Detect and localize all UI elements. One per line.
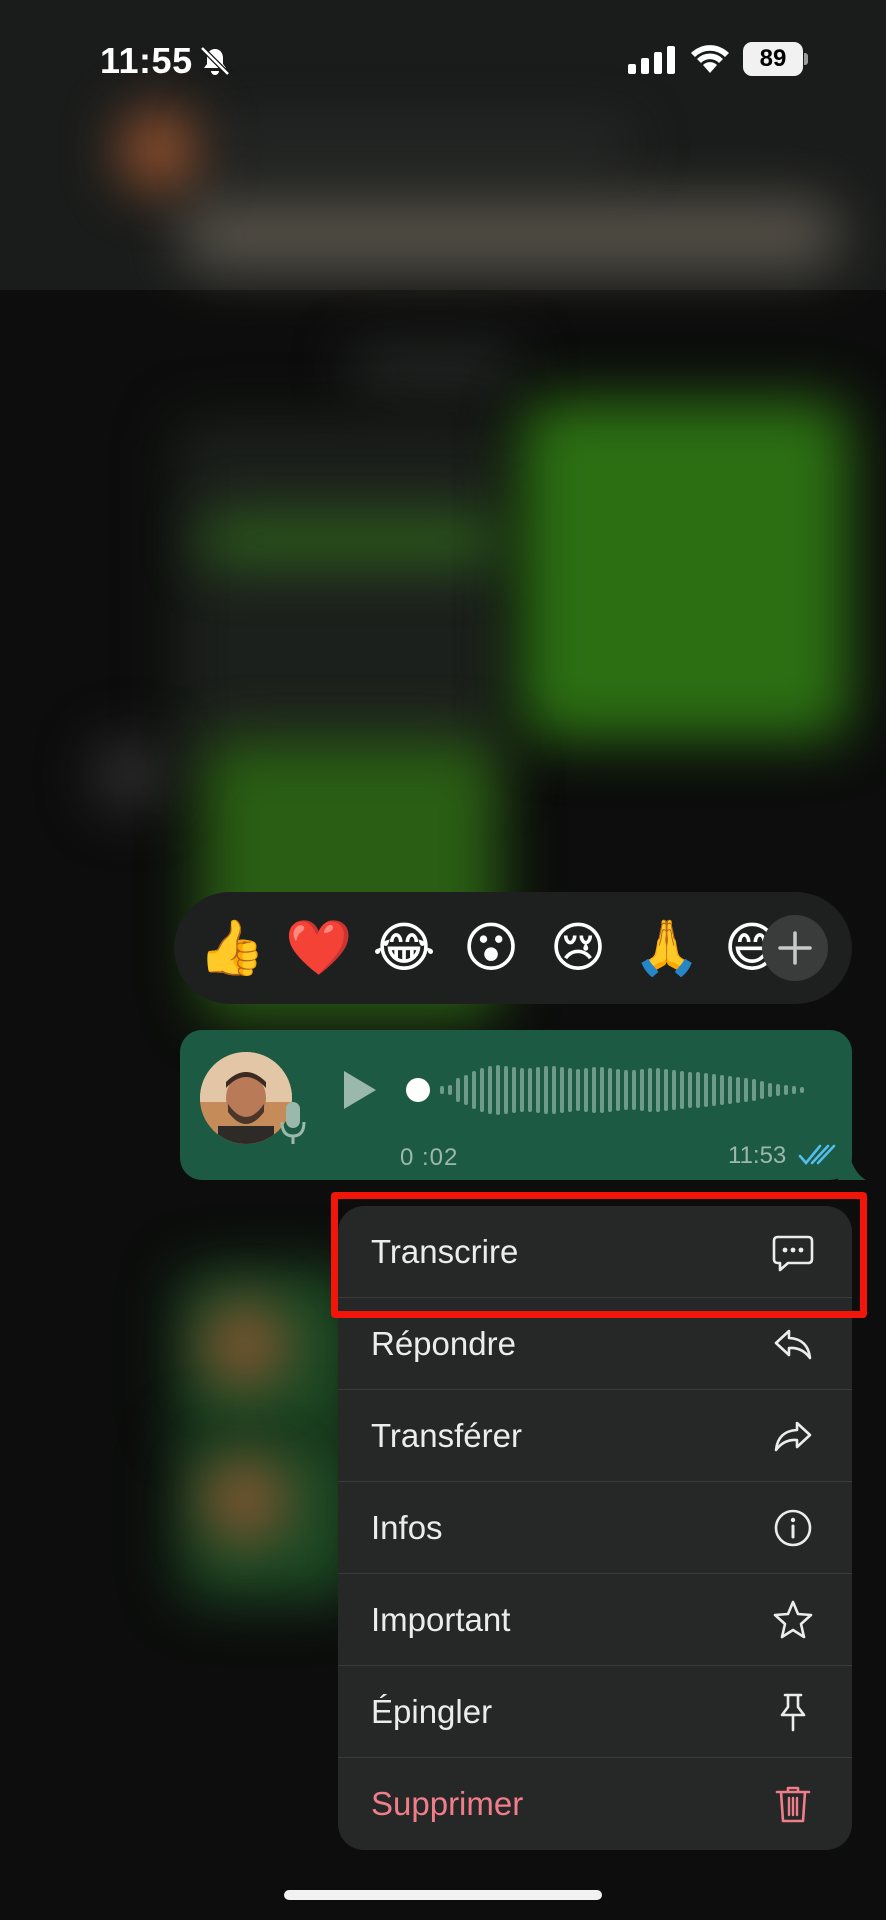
waveform-bar xyxy=(784,1085,788,1095)
waveform-bar xyxy=(728,1076,732,1104)
waveform-bar xyxy=(696,1072,700,1108)
menu-item-label: Important xyxy=(371,1601,511,1638)
waveform-bar xyxy=(512,1067,516,1113)
waveform-bar xyxy=(800,1087,804,1093)
reaction-surprised[interactable]: 😮 xyxy=(459,916,523,980)
waveform-bar xyxy=(456,1078,460,1102)
waveform-bar xyxy=(568,1068,572,1112)
home-indicator[interactable] xyxy=(284,1890,602,1900)
waveform-bar xyxy=(584,1068,588,1112)
waveform-bar xyxy=(672,1070,676,1110)
waveform-bar xyxy=(440,1086,444,1094)
waveform-bar xyxy=(464,1075,468,1105)
waveform-bar xyxy=(592,1067,596,1113)
waveform-bar xyxy=(608,1068,612,1112)
reaction-praying-hands[interactable]: 🙏 xyxy=(633,916,700,980)
waveform-bar xyxy=(768,1083,772,1097)
reaction-heart[interactable]: ❤️ xyxy=(285,916,352,980)
pin-icon xyxy=(780,1693,806,1732)
info-icon xyxy=(774,1509,812,1547)
waveform-bar xyxy=(448,1085,452,1095)
waveform-bar xyxy=(632,1070,636,1110)
menu-item-label: Épingler xyxy=(371,1693,493,1730)
menu-item-star[interactable]: Important xyxy=(338,1574,852,1666)
waveform-bar xyxy=(536,1067,540,1113)
waveform-bar xyxy=(704,1073,708,1107)
play-icon[interactable] xyxy=(340,1068,380,1112)
reaction-laughing[interactable]: 😂 xyxy=(372,916,436,980)
battery-level: 89 xyxy=(743,42,803,76)
star-icon xyxy=(773,1600,813,1639)
menu-item-info[interactable]: Infos xyxy=(338,1482,852,1574)
wifi-icon xyxy=(691,45,729,73)
waveform-bar xyxy=(760,1081,764,1099)
menu-item-forward[interactable]: Transférer xyxy=(338,1390,852,1482)
menu-item-label: Supprimer xyxy=(371,1785,524,1822)
waveform-bar xyxy=(720,1075,724,1105)
waveform-bar xyxy=(736,1077,740,1103)
battery-icon: 89 xyxy=(743,42,809,76)
waveform-bar xyxy=(504,1066,508,1114)
cellular-signal-icon xyxy=(628,46,675,74)
message-time: 11:53 xyxy=(728,1142,787,1169)
bubble-tail xyxy=(838,1148,866,1180)
waveform-bar xyxy=(640,1069,644,1111)
waveform-bar xyxy=(496,1065,500,1115)
waveform-bar xyxy=(624,1070,628,1110)
waveform-bar xyxy=(544,1066,548,1114)
menu-item-label: Répondre xyxy=(371,1325,516,1362)
waveform-bar xyxy=(744,1078,748,1102)
plus-icon xyxy=(778,931,812,965)
add-reaction-button[interactable] xyxy=(762,915,828,981)
reply-icon xyxy=(774,1329,812,1360)
forward-icon xyxy=(774,1421,812,1452)
reaction-thumbs-up[interactable]: 👍 xyxy=(198,916,265,980)
menu-item-label: Infos xyxy=(371,1509,443,1546)
menu-item-pin[interactable]: Épingler xyxy=(338,1666,852,1758)
waveform-bar xyxy=(680,1071,684,1109)
menu-item-label: Transférer xyxy=(371,1417,522,1454)
highlight-annotation xyxy=(331,1192,867,1318)
waveform-bar xyxy=(600,1067,604,1113)
waveform-bar xyxy=(576,1069,580,1111)
voice-duration: 0 :02 xyxy=(400,1144,459,1171)
reaction-crying[interactable]: 😢 xyxy=(546,916,610,980)
bell-slash-icon xyxy=(200,46,230,76)
waveform-bar xyxy=(648,1068,652,1112)
waveform-bar xyxy=(688,1072,692,1108)
status-time: 11:55 xyxy=(100,40,193,81)
waveform-bar xyxy=(616,1069,620,1111)
playhead[interactable] xyxy=(406,1078,430,1102)
waveform-bar xyxy=(520,1068,524,1112)
waveform-bar xyxy=(776,1084,780,1096)
waveform-bar xyxy=(656,1068,660,1112)
waveform-bar xyxy=(480,1068,484,1112)
waveform-bar xyxy=(712,1074,716,1106)
status-bar: 11:55 89 xyxy=(0,0,886,120)
waveform-bar xyxy=(472,1071,476,1109)
microphone-icon xyxy=(280,1102,306,1144)
waveform-bar xyxy=(664,1069,668,1111)
waveform-bar xyxy=(488,1066,492,1114)
waveform-bar xyxy=(792,1086,796,1094)
waveform-bar xyxy=(752,1079,756,1101)
waveform-bar xyxy=(552,1066,556,1114)
menu-item-delete[interactable]: Supprimer xyxy=(338,1758,852,1850)
trash-icon xyxy=(775,1786,811,1823)
double-check-icon xyxy=(798,1144,836,1166)
waveform-bar xyxy=(560,1067,564,1113)
reaction-bar: 👍 ❤️ 😂 😮 😢 🙏 😅 xyxy=(174,892,852,1004)
audio-waveform[interactable] xyxy=(402,1062,822,1118)
waveform-bar xyxy=(528,1068,532,1112)
